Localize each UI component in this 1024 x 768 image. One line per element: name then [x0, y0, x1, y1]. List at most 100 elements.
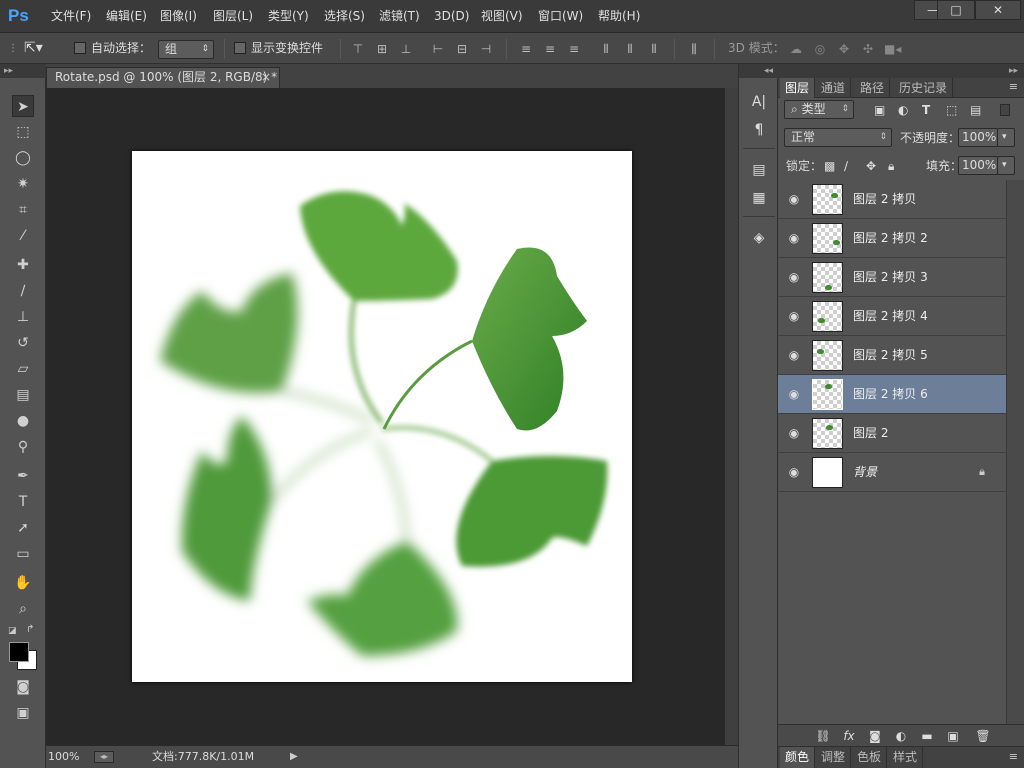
auto-select-checkbox[interactable]: 自动选择：	[74, 33, 151, 64]
eraser-tool-icon[interactable]: ▱	[12, 358, 34, 380]
menu-layer[interactable]: 图层(L)	[213, 0, 253, 33]
clone-stamp-tool-icon[interactable]: ⊥	[12, 306, 34, 328]
move-tool-preset-icon[interactable]: ⇱▾	[24, 33, 43, 64]
healing-brush-tool-icon[interactable]: ✚	[12, 254, 34, 276]
tab-styles[interactable]: 样式	[888, 747, 924, 768]
character-panel-icon[interactable]: A|	[749, 92, 769, 112]
zoom-tool-icon[interactable]: ⌕	[12, 598, 34, 620]
layer-filter-dropdown[interactable]: ⌕ 类型 ⇕	[784, 100, 854, 119]
notes-panel-icon[interactable]: ▦	[749, 188, 769, 208]
blur-tool-icon[interactable]: ●	[12, 410, 34, 432]
visibility-eye-icon[interactable]: ◉	[786, 348, 802, 362]
brush-tool-icon[interactable]: ∕	[12, 280, 34, 302]
close-tab-icon[interactable]: ×	[261, 68, 271, 87]
fill-input[interactable]: 100%	[958, 156, 998, 175]
new-layer-icon[interactable]: ▣	[944, 727, 962, 745]
add-mask-icon[interactable]: ◙	[866, 727, 884, 745]
menu-help[interactable]: 帮助(H)	[598, 0, 640, 33]
screen-mode-icon[interactable]: ▣	[12, 702, 34, 724]
delete-layer-icon[interactable]: 🗑︎	[974, 727, 992, 745]
tab-paths[interactable]: 路径	[855, 78, 891, 98]
tab-adjustments[interactable]: 调整	[816, 747, 852, 768]
auto-select-dropdown[interactable]: 组 ⇕	[158, 40, 214, 59]
visibility-eye-icon[interactable]: ◉	[786, 231, 802, 245]
pen-tool-icon[interactable]: ✒	[12, 465, 34, 487]
adjustment-layer-icon[interactable]: ◐	[892, 727, 910, 745]
menu-select[interactable]: 选择(S)	[324, 0, 365, 33]
layer-row-background[interactable]: ◉ 背景 🔒︎	[778, 453, 1006, 492]
paragraph-panel-icon[interactable]: ¶	[749, 120, 769, 140]
magic-wand-tool-icon[interactable]: ✷	[12, 173, 34, 195]
gradient-tool-icon[interactable]: ▤	[12, 384, 34, 406]
zoom-slider-icon[interactable]: ◂▸	[94, 751, 114, 763]
align-top-icon[interactable]: ⊤	[350, 41, 366, 57]
3d-panel-icon[interactable]: ◈	[749, 228, 769, 248]
3d-scale-icon[interactable]: ■◂	[884, 41, 901, 57]
dodge-tool-icon[interactable]: ⚲	[12, 436, 34, 458]
menu-file[interactable]: 文件(F)	[51, 0, 91, 33]
align-vcenter-icon[interactable]: ⊞	[374, 41, 390, 57]
visibility-eye-icon[interactable]: ◉	[786, 387, 802, 401]
3d-pan-icon[interactable]: ✥	[836, 41, 852, 57]
align-right-icon[interactable]: ⊣	[478, 41, 494, 57]
move-tool-icon[interactable]: ➤	[12, 95, 34, 117]
lock-transparent-icon[interactable]: ▩	[824, 156, 835, 176]
tab-layers[interactable]: 图层	[780, 78, 816, 98]
layer-row[interactable]: ◉ 图层 2 拷贝	[778, 180, 1006, 219]
menu-filter[interactable]: 滤镜(T)	[379, 0, 420, 33]
close-button[interactable]: ✕	[975, 0, 1021, 20]
opacity-dropdown-icon[interactable]: ▾	[997, 128, 1015, 147]
tab-history[interactable]: 历史记录	[894, 78, 954, 98]
lasso-tool-icon[interactable]: ◯	[12, 147, 34, 169]
opacity-input[interactable]: 100%	[958, 128, 998, 147]
filter-smart-object-icon[interactable]: ▤	[970, 100, 981, 120]
visibility-eye-icon[interactable]: ◉	[786, 270, 802, 284]
auto-align-icon[interactable]: ⫼	[686, 41, 702, 57]
layer-row[interactable]: ◉ 图层 2 拷贝 5	[778, 336, 1006, 375]
lock-all-icon[interactable]: 🔒︎	[888, 156, 894, 176]
visibility-eye-icon[interactable]: ◉	[786, 465, 802, 479]
lock-position-icon[interactable]: ✥	[866, 156, 876, 176]
blend-mode-dropdown[interactable]: 正常 ⇕	[784, 128, 892, 147]
menu-view[interactable]: 视图(V)	[481, 0, 523, 33]
layer-row-selected[interactable]: ◉ 图层 2 拷贝 6	[778, 375, 1006, 414]
distribute-right-icon[interactable]: ⦀	[646, 41, 662, 57]
tab-channels[interactable]: 通道	[816, 78, 852, 98]
3d-slide-icon[interactable]: ✣	[860, 41, 876, 57]
align-bottom-icon[interactable]: ⊥	[398, 41, 414, 57]
distribute-bottom-icon[interactable]: ≡	[566, 41, 582, 57]
filter-type-icon[interactable]: T	[922, 100, 930, 120]
link-layers-icon[interactable]: ⛓	[814, 727, 832, 745]
3d-rotate-icon[interactable]: ☁	[788, 41, 804, 57]
menu-edit[interactable]: 编辑(E)	[106, 0, 147, 33]
swap-colors-icon[interactable]: ↱	[26, 624, 38, 636]
layer-row[interactable]: ◉ 图层 2 拷贝 4	[778, 297, 1006, 336]
filter-toggle-icon[interactable]	[1000, 104, 1010, 116]
tab-swatches[interactable]: 色板	[852, 747, 888, 768]
marquee-tool-icon[interactable]: ⬚	[12, 121, 34, 143]
menu-3d[interactable]: 3D(D)	[434, 0, 469, 33]
distribute-hcenter-icon[interactable]: ⦀	[622, 41, 638, 57]
layers-scrollbar[interactable]	[1006, 180, 1024, 724]
crop-tool-icon[interactable]: ⌗	[12, 199, 34, 221]
menu-window[interactable]: 窗口(W)	[538, 0, 583, 33]
vertical-scrollbar[interactable]	[724, 88, 738, 745]
layer-row[interactable]: ◉ 图层 2 拷贝 3	[778, 258, 1006, 297]
path-selection-tool-icon[interactable]: ➚	[12, 517, 34, 539]
hand-tool-icon[interactable]: ✋	[12, 572, 34, 594]
panel-collapse-icon[interactable]: ◂◂	[739, 64, 779, 78]
layer-style-fx-icon[interactable]: fx	[840, 727, 858, 745]
menu-type[interactable]: 类型(Y)	[268, 0, 309, 33]
tab-color[interactable]: 颜色	[780, 747, 816, 768]
filter-shape-icon[interactable]: ⬚	[946, 100, 957, 120]
distribute-vcenter-icon[interactable]: ≡	[542, 41, 558, 57]
panel-menu-icon[interactable]: ≡	[1009, 750, 1018, 763]
distribute-left-icon[interactable]: ⦀	[598, 41, 614, 57]
foreground-color-swatch[interactable]	[9, 642, 29, 662]
3d-roll-icon[interactable]: ◎	[812, 41, 828, 57]
eyedropper-tool-icon[interactable]: ⁄	[12, 225, 34, 247]
panel-collapse-icon[interactable]: ▸▸	[0, 64, 46, 78]
filter-pixel-icon[interactable]: ▣	[874, 100, 885, 120]
zoom-level[interactable]: 100%	[48, 746, 79, 768]
status-menu-arrow-icon[interactable]: ▶	[290, 746, 298, 768]
